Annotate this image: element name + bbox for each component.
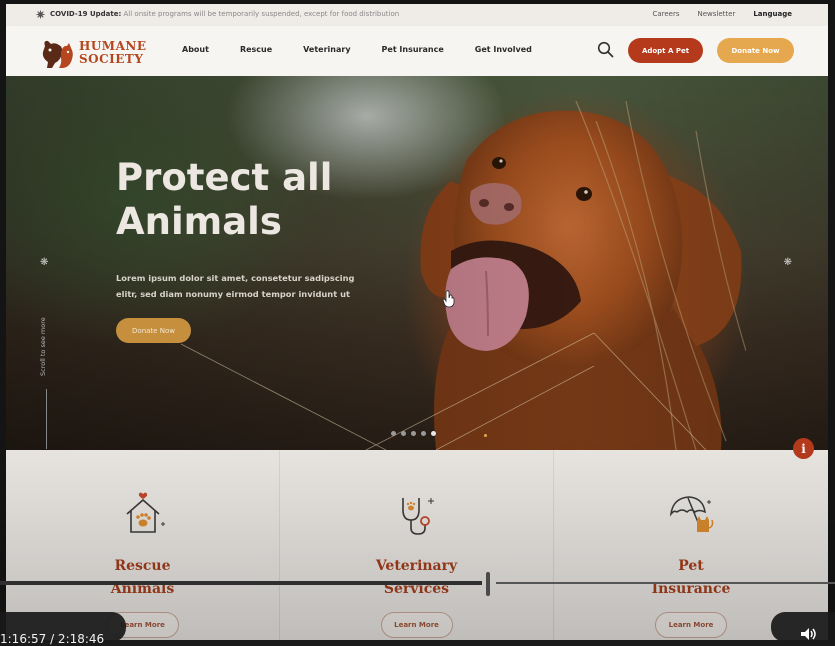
nav-item-pet-insurance[interactable]: Pet Insurance — [382, 45, 444, 54]
services-section: Rescue Animals Learn More Veterinary Ser… — [6, 450, 828, 640]
nav-menu: About Rescue Veterinary Pet Insurance Ge… — [182, 45, 563, 54]
decorative-lines — [180, 332, 707, 450]
logo-text: HUMANE SOCIETY — [79, 40, 147, 66]
covid-notice: COVID-19 Update: All onsite programs wil… — [50, 10, 399, 18]
slide-dot[interactable] — [401, 431, 406, 436]
scroll-line — [46, 389, 47, 449]
learn-more-button[interactable]: Learn More — [655, 612, 727, 638]
top-notice-bar: COVID-19 Update: All onsite programs wil… — [6, 4, 828, 26]
learn-more-button[interactable]: Learn More — [380, 612, 453, 638]
slide-dots — [391, 431, 436, 436]
time-display: 1:16:57 / 2:18:46 — [0, 632, 105, 646]
progress-played[interactable] — [0, 581, 482, 585]
next-slide-icon[interactable]: ❋ — [784, 257, 792, 268]
slide-dot[interactable] — [411, 431, 416, 436]
hero-donate-button[interactable]: Donate Now — [116, 318, 191, 343]
hero-description: Lorem ipsum dolor sit amet, consetetur s… — [116, 273, 355, 299]
slide-dot-active[interactable] — [431, 431, 436, 436]
virus-icon — [36, 10, 45, 19]
website-page: COVID-19 Update: All onsite programs wil… — [6, 4, 828, 640]
nav-item-get-involved[interactable]: Get Involved — [475, 45, 532, 54]
prev-slide-icon[interactable]: ❋ — [40, 257, 48, 268]
volume-icon[interactable] — [800, 627, 818, 641]
progress-remaining[interactable] — [496, 582, 835, 584]
search-icon[interactable] — [597, 41, 614, 58]
service-title-line-1: Rescue — [114, 558, 171, 574]
notice-label: COVID-19 Update: — [50, 10, 122, 18]
video-frame: COVID-19 Update: All onsite programs wil… — [0, 0, 835, 646]
nav-item-veterinary[interactable]: Veterinary — [303, 45, 350, 54]
adopt-a-pet-button[interactable]: Adopt A Pet — [628, 38, 703, 63]
slide-dot[interactable] — [391, 431, 396, 436]
service-title-line-1: Veterinary — [375, 558, 458, 574]
service-title: Veterinary Services — [280, 555, 553, 601]
notice-text: All onsite programs will be temporarily … — [123, 10, 400, 18]
dog-cat-logo-icon — [42, 40, 73, 68]
service-title-line-1: Pet — [678, 558, 704, 574]
service-title: Pet Insurance — [554, 555, 828, 601]
hero-banner: Protect all Animals Lorem ipsum dolor si… — [6, 76, 828, 450]
progress-scrubber[interactable] — [486, 572, 490, 596]
main-nav: HUMANE SOCIETY About Rescue Veterinary P… — [6, 26, 828, 76]
humane-society-logo[interactable]: HUMANE SOCIETY — [39, 36, 157, 70]
hero-title-line-2: Animals — [116, 200, 282, 243]
nav-item-about[interactable]: About — [182, 45, 209, 54]
accent-dot — [484, 434, 487, 437]
scroll-hint: Scroll to see more — [39, 317, 47, 376]
service-veterinary: Veterinary Services Learn More — [280, 450, 554, 640]
slide-dot[interactable] — [421, 431, 426, 436]
umbrella-cat-icon — [669, 496, 714, 533]
house-paw-icon — [125, 492, 165, 533]
logo-line-2: SOCIETY — [79, 52, 144, 66]
hand-cursor-icon — [442, 290, 455, 308]
top-links: Careers Newsletter Language — [652, 10, 792, 18]
stethoscope-icon — [401, 498, 434, 535]
newsletter-link[interactable]: Newsletter — [698, 10, 736, 18]
nav-item-rescue[interactable]: Rescue — [240, 45, 272, 54]
service-title: Rescue Animals — [6, 555, 279, 601]
donate-now-button[interactable]: Donate Now — [717, 38, 794, 63]
hero-title-line-1: Protect all — [116, 156, 333, 199]
info-icon[interactable]: i — [793, 438, 814, 459]
careers-link[interactable]: Careers — [652, 10, 679, 18]
hero-title: Protect all Animals — [116, 156, 332, 244]
language-link[interactable]: Language — [753, 10, 792, 18]
